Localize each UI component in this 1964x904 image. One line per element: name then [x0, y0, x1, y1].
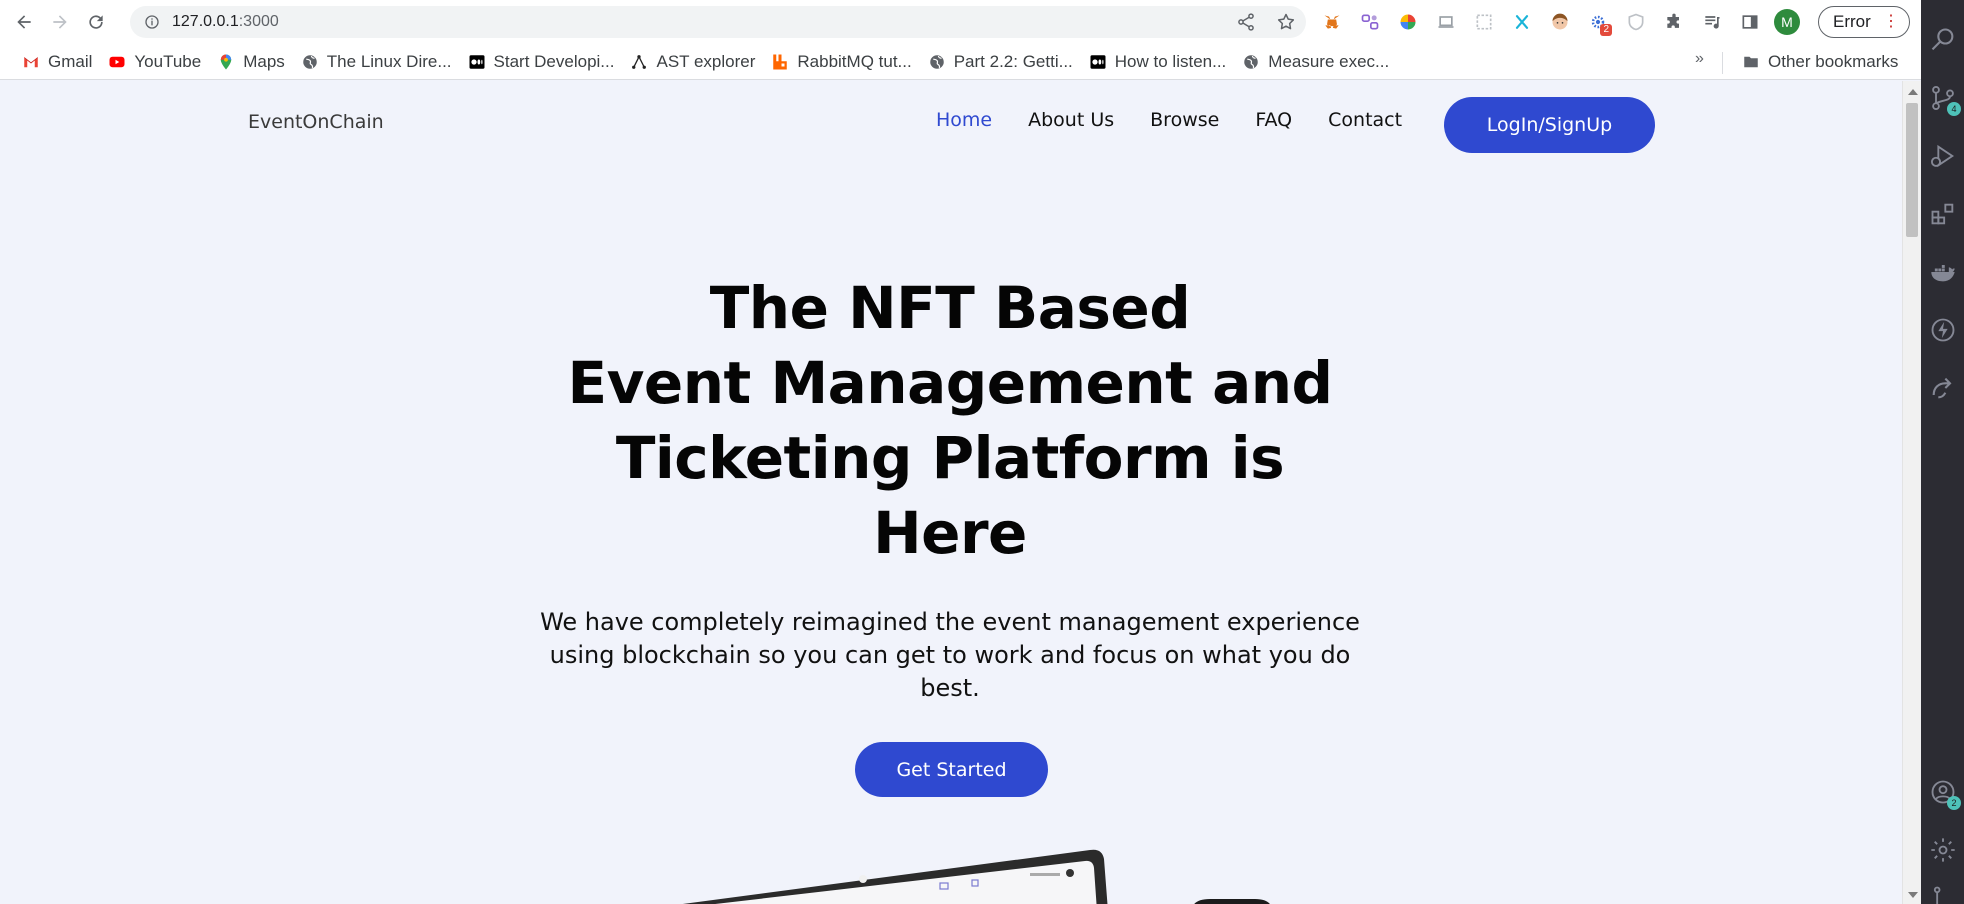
bookmark-star-icon[interactable]	[1276, 12, 1296, 32]
address-bar[interactable]: 127.0.0.1:3000	[130, 6, 1306, 38]
hero-title-line: Ticketing Platform is	[615, 424, 1285, 492]
face-icon[interactable]	[1546, 8, 1574, 36]
run-debug-icon[interactable]	[1929, 142, 1957, 170]
hero-title-line: Here	[873, 499, 1027, 567]
hero-title: The NFT Based Event Management and Ticke…	[500, 271, 1400, 571]
bookmarks-bar: Gmail YouTube Maps The Linux Dire... Sta…	[0, 44, 1921, 80]
screenshot-icon[interactable]	[1470, 8, 1498, 36]
metamask-icon[interactable]	[1318, 8, 1346, 36]
rabbitmq-icon	[771, 53, 789, 71]
share-icon[interactable]	[1236, 12, 1256, 32]
bookmark-start-developing[interactable]: Start Developi...	[460, 48, 623, 76]
bookmark-label: Start Developi...	[493, 51, 615, 71]
source-control-icon[interactable]: 4	[1929, 84, 1961, 116]
reload-icon[interactable]	[80, 6, 112, 38]
site-nav: Home About Us Browse FAQ Contact	[936, 109, 1402, 131]
profile-avatar[interactable]: M	[1774, 9, 1800, 35]
nav-home[interactable]: Home	[936, 109, 992, 131]
bookmark-label: RabbitMQ tut...	[797, 51, 912, 71]
bookmark-rabbitmq[interactable]: RabbitMQ tut...	[763, 48, 919, 76]
color-wheel-icon[interactable]	[1394, 8, 1422, 36]
search-icon[interactable]	[1929, 26, 1957, 54]
bookmarks-overflow-button[interactable]: »	[1695, 50, 1704, 68]
extension-badge: 2	[1600, 24, 1612, 36]
url-host: 127.0.0.1	[172, 13, 239, 30]
error-chip[interactable]: Error ⋮	[1818, 6, 1910, 38]
screen: 127.0.0.1:3000 2 M Error ⋮ Gmail YouTube	[0, 0, 1964, 904]
medium-icon	[468, 53, 486, 71]
globe-icon	[928, 53, 946, 71]
bookmark-label: Gmail	[48, 51, 93, 71]
lightning-icon[interactable]	[1929, 316, 1957, 344]
back-icon[interactable]	[8, 6, 40, 38]
url-port: :3000	[238, 13, 279, 30]
bookmarks-divider	[1722, 52, 1723, 74]
maps-icon	[217, 53, 235, 71]
shield-icon[interactable]	[1622, 8, 1650, 36]
hero-subtitle: We have completely reimagined the event …	[540, 608, 1360, 702]
nav-browse[interactable]: Browse	[1150, 109, 1219, 131]
scroll-up-icon[interactable]	[1908, 89, 1918, 95]
sidepanel-icon[interactable]	[1736, 8, 1764, 36]
login-signup-button[interactable]: LogIn/SignUp	[1444, 97, 1655, 153]
bookmark-how-to-listen[interactable]: How to listen...	[1081, 48, 1235, 76]
bookmark-label: YouTube	[134, 51, 202, 71]
nav-about-us[interactable]: About Us	[1028, 109, 1114, 131]
extensions-icon[interactable]	[1929, 200, 1957, 228]
settings-icon[interactable]	[1929, 836, 1957, 864]
bookmark-label: Part 2.2: Getti...	[953, 51, 1073, 71]
site-info-icon[interactable]	[144, 14, 160, 30]
puzzle-icon[interactable]	[1660, 8, 1688, 36]
account-icon[interactable]: 2	[1929, 778, 1961, 810]
bookmark-ast-explorer[interactable]: AST explorer	[622, 48, 763, 76]
bookmark-linux-dir[interactable]: The Linux Dire...	[293, 48, 460, 76]
scrollbar-thumb[interactable]	[1906, 103, 1918, 237]
remote-icon[interactable]	[1929, 374, 1957, 402]
gear-badge-icon[interactable]: 2	[1584, 8, 1612, 36]
bookmark-maps[interactable]: Maps	[209, 48, 293, 76]
x-icon[interactable]	[1508, 8, 1536, 36]
hero-title-line: The NFT Based	[709, 274, 1191, 342]
hero-title-line: Event Management and	[567, 349, 1333, 417]
branch-icon[interactable]	[1929, 884, 1957, 904]
gmail-icon	[22, 53, 40, 71]
bookmark-label: Maps	[243, 51, 285, 71]
ast-icon	[630, 53, 648, 71]
media-icon[interactable]	[1698, 8, 1726, 36]
other-bookmarks[interactable]: Other bookmarks	[1734, 48, 1906, 76]
error-chip-label: Error	[1833, 12, 1871, 31]
other-bookmarks-label: Other bookmarks	[1768, 52, 1899, 71]
menu-kebab-icon[interactable]: ⋮	[1883, 13, 1899, 31]
nav-contact[interactable]: Contact	[1328, 109, 1402, 131]
laptop-icon[interactable]	[1432, 8, 1460, 36]
nav-faq[interactable]: FAQ	[1255, 109, 1292, 131]
globe-icon	[1242, 53, 1260, 71]
folder-icon	[1742, 53, 1760, 71]
extensions-row: 2 M	[1318, 8, 1800, 36]
bookmark-label: AST explorer	[656, 51, 756, 71]
hero-device-mockup	[682, 849, 1270, 904]
globe-icon	[301, 53, 319, 71]
web-page: EventOnChain Home About Us Browse FAQ Co…	[0, 81, 1902, 904]
bookmark-part-2-2[interactable]: Part 2.2: Getti...	[920, 48, 1081, 76]
bookmark-label: The Linux Dire...	[326, 51, 452, 71]
bookmark-gmail[interactable]: Gmail	[14, 48, 100, 76]
bookmark-label: How to listen...	[1114, 51, 1227, 71]
get-started-button[interactable]: Get Started	[855, 742, 1048, 797]
docker-icon[interactable]	[1929, 258, 1957, 286]
forward-icon[interactable]	[44, 6, 76, 38]
url-text: 127.0.0.1:3000	[172, 13, 279, 31]
medium-icon	[1089, 53, 1107, 71]
scroll-down-icon[interactable]	[1908, 892, 1918, 898]
account-badge: 2	[1947, 796, 1961, 810]
bookmark-measure-exec[interactable]: Measure exec...	[1234, 48, 1397, 76]
page-scrollbar[interactable]	[1902, 81, 1921, 904]
source-control-badge: 4	[1947, 102, 1961, 116]
bookmark-youtube[interactable]: YouTube	[100, 48, 209, 76]
ext-purple-icon[interactable]	[1356, 8, 1384, 36]
bookmark-label: Measure exec...	[1268, 51, 1390, 71]
youtube-icon	[108, 53, 126, 71]
activity-bar: 4 2	[1921, 0, 1964, 904]
site-brand[interactable]: EventOnChain	[248, 111, 384, 133]
